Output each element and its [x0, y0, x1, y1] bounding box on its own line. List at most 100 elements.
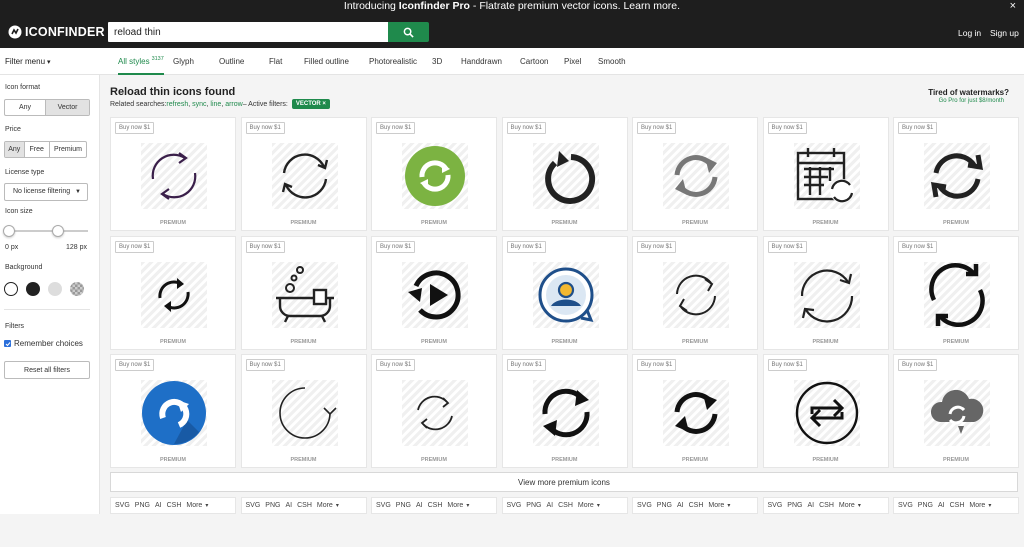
format-link[interactable]: SVG [246, 502, 261, 509]
icon-card[interactable]: Buy now $1 PREMIUM [501, 354, 628, 468]
buy-now-button[interactable]: Buy now $1 [506, 122, 546, 134]
format-link[interactable]: CSH [428, 502, 443, 509]
buy-now-button[interactable]: Buy now $1 [115, 240, 155, 253]
icon-card[interactable]: Buy now $1 PREMIUM [501, 235, 628, 350]
format-link[interactable]: More [839, 502, 855, 509]
search-button[interactable] [388, 22, 429, 42]
buy-now-button[interactable]: Buy now $1 [376, 359, 416, 371]
icon-card[interactable]: Buy now $1 PREMIUM [110, 117, 236, 231]
format-link[interactable]: AI [416, 502, 423, 509]
signup-link[interactable]: Sign up [990, 28, 1019, 38]
format-link[interactable]: CSH [819, 502, 834, 509]
slider-max-handle[interactable] [52, 225, 64, 237]
format-link[interactable]: AI [677, 502, 684, 509]
format-link[interactable]: SVG [376, 502, 391, 509]
login-link[interactable]: Log in [958, 28, 981, 38]
buy-now-button[interactable]: Buy now $1 [898, 122, 938, 134]
price-premium-button[interactable]: Premium [50, 142, 86, 157]
tab-flat[interactable]: Flat [269, 57, 282, 66]
format-link[interactable]: SVG [115, 502, 130, 509]
related-link[interactable]: arrow [225, 101, 243, 108]
format-link[interactable]: PNG [396, 502, 411, 509]
format-link[interactable]: More [317, 502, 333, 509]
icon-card[interactable]: Buy now $1 PREMIUM [110, 354, 236, 468]
format-link[interactable]: SVG [768, 502, 783, 509]
format-link[interactable]: AI [155, 502, 162, 509]
format-link[interactable]: CSH [167, 502, 182, 509]
format-link[interactable]: PNG [657, 502, 672, 509]
vector-filter-chip[interactable]: VECTOR × [291, 99, 330, 109]
buy-now-button[interactable]: Buy now $1 [506, 359, 546, 371]
buy-now-button[interactable]: Buy now $1 [767, 359, 807, 371]
format-link[interactable]: CSH [558, 502, 573, 509]
buy-now-button[interactable]: Buy now $1 [115, 122, 155, 134]
format-link[interactable]: AI [546, 502, 553, 509]
format-vector-button[interactable]: Vector [46, 100, 89, 115]
format-link[interactable]: AI [938, 502, 945, 509]
icon-card[interactable]: Buy now $1 PREMIUM [240, 354, 367, 468]
icon-size-slider[interactable] [8, 230, 88, 232]
format-link[interactable]: CSH [950, 502, 965, 509]
icon-card[interactable]: Buy now $1 PREMIUM [762, 354, 889, 468]
slider-min-handle[interactable] [3, 225, 15, 237]
buy-now-button[interactable]: Buy now $1 [245, 359, 285, 371]
icon-card[interactable]: Buy now $1 PREMIUM [371, 117, 497, 231]
tab-smooth[interactable]: Smooth [598, 57, 626, 66]
format-link[interactable]: PNG [787, 502, 802, 509]
go-pro-link[interactable]: Go Pro for just $8/month [939, 98, 1004, 104]
icon-card[interactable]: Buy now $1 PREMIUM [632, 117, 758, 231]
buy-now-button[interactable]: Buy now $1 [376, 122, 416, 134]
price-any-button[interactable]: Any [5, 142, 25, 157]
buy-now-button[interactable]: Buy now $1 [898, 240, 938, 253]
tab-filled-outline[interactable]: Filled outline [304, 57, 349, 66]
icon-card[interactable]: Buy now $1 PREMIUM [762, 117, 889, 231]
icon-card[interactable]: Buy now $1 PREMIUM [371, 235, 497, 350]
format-link[interactable]: SVG [507, 502, 522, 509]
tab-all-styles[interactable]: All styles 3137 [118, 56, 164, 75]
background-white-swatch[interactable] [4, 282, 18, 296]
remember-choices[interactable]: Remember choices [4, 339, 83, 348]
icon-card[interactable]: Buy now $1 PREMIUM [893, 117, 1019, 231]
icon-card[interactable]: Buy now $1 PREMIUM [893, 354, 1019, 468]
tab-pixel[interactable]: Pixel [564, 57, 581, 66]
format-link[interactable]: More [969, 502, 985, 509]
background-black-swatch[interactable] [26, 282, 40, 296]
icon-card[interactable]: Buy now $1 PREMIUM [762, 235, 889, 350]
reset-filters-button[interactable]: Reset all filters [4, 361, 90, 379]
buy-now-button[interactable]: Buy now $1 [898, 359, 938, 371]
checkbox-checked-icon[interactable] [4, 340, 11, 347]
banner-suffix[interactable]: - Flatrate premium vector icons. Learn m… [470, 0, 680, 12]
promo-banner[interactable]: Introducing Iconfinder Pro - Flatrate pr… [0, 0, 1024, 14]
icon-card[interactable]: Buy now $1 PREMIUM [632, 235, 758, 350]
buy-now-button[interactable]: Buy now $1 [245, 240, 285, 253]
related-link[interactable]: sync [192, 101, 206, 108]
price-free-button[interactable]: Free [25, 142, 50, 157]
tab-handdrawn[interactable]: Handdrawn [461, 57, 502, 66]
format-link[interactable]: More [186, 502, 202, 509]
icon-card[interactable]: Buy now $1 PREMIUM [240, 235, 367, 350]
icon-card[interactable]: Buy now $1 PREMIUM [371, 354, 497, 468]
background-transparent-swatch[interactable] [70, 282, 84, 296]
format-link[interactable]: PNG [265, 502, 280, 509]
buy-now-button[interactable]: Buy now $1 [637, 122, 677, 134]
format-link[interactable]: PNG [918, 502, 933, 509]
buy-now-button[interactable]: Buy now $1 [245, 122, 285, 134]
format-link[interactable]: More [708, 502, 724, 509]
tab-photorealistic[interactable]: Photorealistic [369, 57, 417, 66]
logo[interactable]: ICONFINDER [8, 25, 105, 39]
buy-now-button[interactable]: Buy now $1 [637, 359, 677, 371]
tab-3d[interactable]: 3D [432, 57, 442, 66]
format-link[interactable]: CSH [297, 502, 312, 509]
license-select[interactable]: No license filtering ▼ [4, 183, 88, 201]
view-more-button[interactable]: View more premium icons [110, 472, 1018, 492]
format-link[interactable]: SVG [898, 502, 913, 509]
buy-now-button[interactable]: Buy now $1 [506, 240, 546, 253]
icon-card[interactable]: Buy now $1 PREMIUM [893, 235, 1019, 350]
buy-now-button[interactable]: Buy now $1 [376, 240, 416, 253]
filter-menu-toggle[interactable]: Filter menu ▾ [5, 57, 51, 66]
close-icon[interactable]: × [1010, 0, 1016, 13]
format-link[interactable]: SVG [637, 502, 652, 509]
format-link[interactable]: More [578, 502, 594, 509]
format-link[interactable]: More [447, 502, 463, 509]
icon-card[interactable]: Buy now $1 PREMIUM [501, 117, 628, 231]
